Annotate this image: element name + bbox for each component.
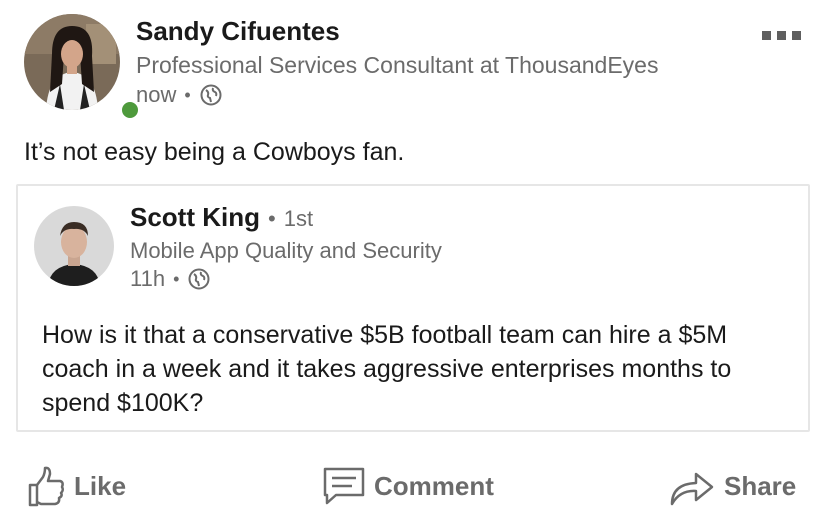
author-headline: Professional Services Consultant at Thou… — [136, 52, 659, 78]
connection-degree: 1st — [283, 206, 314, 231]
meta-separator: • — [173, 268, 180, 289]
meta-separator: • — [268, 206, 276, 231]
like-label: Like — [74, 470, 127, 501]
author-avatar[interactable] — [24, 14, 142, 122]
more-options-icon[interactable] — [762, 28, 806, 42]
shared-post-card[interactable]: Scott King • 1st Mobile App Quality and … — [16, 184, 810, 432]
post-text: It’s not easy being a Cowboys fan. — [24, 138, 405, 166]
globe-icon — [187, 267, 211, 291]
shared-author-photo — [34, 206, 114, 286]
comment-label: Comment — [374, 470, 494, 501]
author-photo — [24, 14, 120, 110]
shared-author-row: Scott King • 1st — [130, 202, 313, 233]
author-name[interactable]: Sandy Cifuentes — [136, 16, 340, 47]
shared-post-text: How is it that a conservative $5B footba… — [42, 321, 732, 417]
shared-post-timestamp: 11h — [130, 266, 166, 291]
menu-dot — [777, 30, 786, 40]
comment-button[interactable]: Comment — [322, 458, 494, 514]
thumbs-up-icon — [26, 465, 66, 507]
shared-author-headline: Mobile App Quality and Security — [130, 238, 442, 263]
menu-dot — [762, 30, 771, 40]
comment-icon — [322, 466, 366, 506]
share-button[interactable]: Share — [668, 458, 796, 514]
globe-icon — [199, 83, 223, 107]
post-timestamp: now — [136, 82, 177, 107]
feed-post: Sandy Cifuentes Professional Services Co… — [0, 0, 828, 523]
menu-dot — [792, 30, 801, 40]
shared-author-avatar[interactable] — [34, 206, 114, 286]
post-meta: now • — [136, 82, 223, 108]
share-arrow-icon — [668, 466, 716, 506]
shared-author-name[interactable]: Scott King — [130, 202, 260, 233]
share-label: Share — [724, 470, 797, 501]
meta-separator: • — [184, 84, 191, 105]
like-button[interactable]: Like — [26, 458, 126, 514]
shared-post-meta: 11h • — [130, 266, 211, 292]
